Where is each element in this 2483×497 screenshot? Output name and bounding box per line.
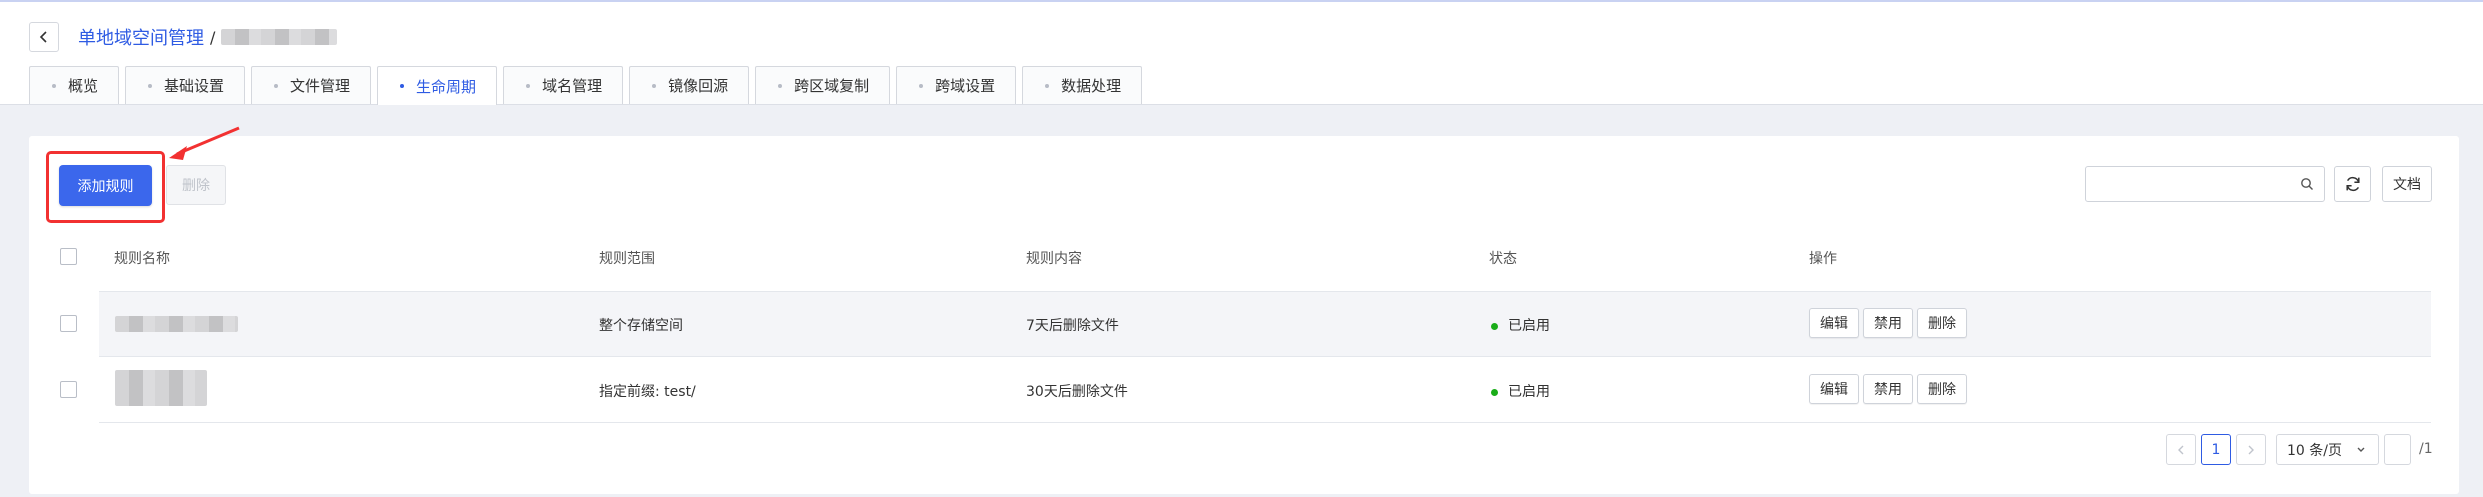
refresh-icon [2345, 176, 2360, 192]
breadcrumb-root-link[interactable]: 单地域空间管理 [78, 24, 204, 50]
tab-dot [652, 83, 657, 88]
total-pages: /1 [2419, 441, 2433, 457]
table-row [99, 291, 2431, 357]
tab-dot [526, 83, 531, 88]
tab-dot [1045, 83, 1050, 88]
search-input[interactable] [2085, 166, 2325, 202]
status-dot-icon [1491, 322, 1498, 330]
edit-button[interactable]: 编辑 [1809, 308, 1859, 338]
tab-lifecycle[interactable]: 生命周期 [377, 66, 498, 105]
rule-scope: 指定前缀: test/ [599, 384, 696, 400]
rule-content: 7天后删除文件 [1026, 318, 1119, 334]
chevron-right-icon [2248, 445, 2254, 454]
tab-label: 文件管理 [290, 77, 351, 95]
tab-label: 生命周期 [416, 77, 477, 96]
tab-bar: 概览 基础设置 文件管理 生命周期 域名管理 镜像回源 跨区域复制 跨域设置 数… [29, 66, 1143, 106]
tab-label: 镜像回源 [668, 77, 729, 95]
page-header: 单地域空间管理 / 概览 基础设置 文件管理 生命周期 域名管理 镜像回源 跨区… [0, 2, 2483, 105]
tab-label: 跨区域复制 [794, 77, 870, 95]
column-header-actions: 操作 [1809, 251, 1837, 267]
table-row [99, 357, 2431, 423]
refresh-button[interactable] [2334, 166, 2371, 202]
rule-scope: 整个存储空间 [599, 318, 683, 334]
tab-dot [400, 84, 405, 88]
tab-data-processing[interactable]: 数据处理 [1022, 66, 1143, 104]
tab-label: 域名管理 [542, 77, 603, 95]
rule-content: 30天后删除文件 [1026, 384, 1128, 400]
status-badge: 已启用 [1491, 381, 1550, 401]
tab-mirror-origin[interactable]: 镜像回源 [629, 66, 750, 104]
rule-name-redacted [115, 370, 207, 406]
docs-button[interactable]: 文档 [2382, 166, 2432, 202]
tab-file-management[interactable]: 文件管理 [251, 66, 372, 104]
page-jump-input[interactable] [2384, 434, 2411, 465]
back-button[interactable] [29, 22, 59, 52]
column-header-rule-scope: 规则范围 [599, 251, 655, 267]
disable-button[interactable]: 禁用 [1863, 308, 1913, 338]
search-icon [2301, 178, 2313, 190]
tab-basic-settings[interactable]: 基础设置 [125, 66, 246, 104]
tab-dot [274, 83, 279, 88]
select-all-checkbox[interactable] [60, 248, 77, 265]
disable-button[interactable]: 禁用 [1863, 374, 1913, 404]
prev-page-button[interactable] [2166, 434, 2196, 465]
next-page-button[interactable] [2236, 434, 2266, 465]
tab-label: 概览 [68, 77, 99, 95]
breadcrumb: 单地域空间管理 / [78, 22, 338, 52]
status-badge: 已启用 [1491, 315, 1550, 335]
tab-cross-region-replication[interactable]: 跨区域复制 [755, 66, 891, 104]
tab-dot [148, 83, 153, 88]
annotation-arrow-icon [169, 126, 240, 160]
status-text: 已启用 [1508, 318, 1550, 334]
tab-dot [919, 83, 924, 88]
chevron-down-icon [2357, 447, 2365, 452]
chevron-left-icon [39, 31, 47, 43]
delete-rule-button[interactable]: 删除 [1917, 308, 1967, 338]
delete-rule-button[interactable]: 删除 [1917, 374, 1967, 404]
page-number-button[interactable]: 1 [2201, 434, 2231, 465]
page-size-value: 10 条/页 [2287, 442, 2342, 459]
column-header-rule-name: 规则名称 [114, 251, 170, 267]
annotation-highlight-box [46, 151, 165, 223]
row-checkbox[interactable] [60, 381, 77, 398]
tab-dot [778, 83, 783, 88]
page-size-select[interactable]: 10 条/页 [2276, 434, 2379, 465]
rule-name-redacted [115, 316, 238, 332]
column-header-status: 状态 [1489, 251, 1517, 267]
delete-button-disabled: 删除 [166, 165, 226, 205]
column-header-rule-content: 规则内容 [1026, 251, 1082, 267]
tab-domain-management[interactable]: 域名管理 [503, 66, 624, 104]
tab-label: 数据处理 [1061, 77, 1122, 95]
status-text: 已启用 [1508, 384, 1550, 400]
breadcrumb-bucket-name-redacted [221, 29, 338, 45]
row-checkbox[interactable] [60, 315, 77, 332]
tab-label: 跨域设置 [935, 77, 996, 95]
chevron-left-icon [2178, 445, 2184, 454]
tab-cors-settings[interactable]: 跨域设置 [896, 66, 1017, 104]
tab-label: 基础设置 [164, 77, 225, 95]
edit-button[interactable]: 编辑 [1809, 374, 1859, 404]
tab-overview[interactable]: 概览 [29, 66, 120, 104]
breadcrumb-separator: / [210, 27, 216, 47]
status-dot-icon [1491, 388, 1498, 396]
tab-dot [52, 83, 56, 88]
